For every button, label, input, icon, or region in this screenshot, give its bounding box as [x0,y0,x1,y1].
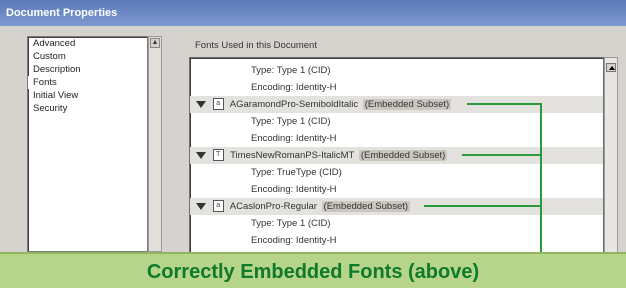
font-file-icon: a [212,98,224,111]
connector-line [462,154,542,156]
font-file-icon: T [212,149,224,162]
fonts-list-scrollbar[interactable] [604,57,618,255]
triangle-down-icon[interactable] [196,100,206,108]
font-detail-row: Encoding: Identity-H [251,82,337,93]
scroll-up-arrow-icon[interactable] [606,63,616,72]
embedded-status: (Embedded Subset) [321,201,411,212]
category-item-description[interactable]: Description [28,63,147,76]
fonts-section-label: Fonts Used in this Document [195,40,317,51]
font-name: ACaslonPro-Regular [229,201,317,212]
category-item-security[interactable]: Security [28,102,147,115]
connector-line [467,103,542,105]
font-detail-row: Type: Type 1 (CID) [251,65,331,76]
scroll-up-arrow-icon[interactable]: ▲ [150,38,160,48]
category-item-initial-view[interactable]: Initial View [28,89,147,102]
window-titlebar: Document Properties [0,0,626,26]
category-item-custom[interactable]: Custom [28,50,147,63]
font-name: TimesNewRomanPS-ItalicMT [230,150,355,161]
embedded-status: (Embedded Subset) [362,99,452,110]
font-file-icon: a [212,200,224,213]
connector-line [424,205,542,207]
triangle-down-icon[interactable] [196,202,206,210]
annotation-text: Correctly Embedded Fonts (above) [146,261,480,283]
font-name: AGaramondPro-SemiboldItalic [229,99,359,110]
triangle-down-icon[interactable] [196,151,206,159]
category-item-advanced[interactable]: Advanced [28,37,147,50]
category-list-scrollbar[interactable]: ▲ [148,36,162,252]
embedded-status: (Embedded Subset) [358,150,448,161]
category-list[interactable]: Advanced Custom Description Fonts Initia… [27,36,148,252]
category-item-fonts[interactable]: Fonts [28,76,147,89]
window-title: Document Properties [6,7,118,19]
annotation-banner: Correctly Embedded Fonts (above) [0,252,626,288]
connector-line [540,103,542,253]
